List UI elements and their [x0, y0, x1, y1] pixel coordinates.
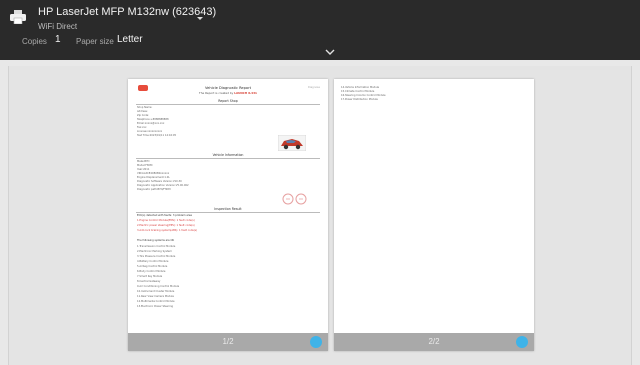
vehicle-image — [278, 135, 306, 151]
copies-value[interactable]: 1 — [55, 34, 61, 45]
vehicle-line: Year:2011 — [137, 168, 150, 171]
page2-line: 15.Climate Control Module — [341, 90, 375, 93]
result-heading: Inspection Result — [136, 207, 320, 213]
preview-page-2[interactable]: 14.Vehicle Information Module 15.Climate… — [334, 79, 534, 351]
page-number: 1/2 — [222, 337, 234, 346]
ok-line: 7.Smart Key Module — [137, 275, 163, 278]
ok-intro: The following systems are OK — [137, 239, 175, 242]
shop-line: Zip Code: — [137, 114, 150, 117]
ok-line: 10.Instrument Cluster Module — [137, 290, 175, 293]
vehicle-line: Make:BYD — [137, 160, 150, 163]
ok-line: 11.Rear View Camera Module — [137, 295, 174, 298]
fault-line: 2.Electric power steering(EPS): 1 fault … — [137, 224, 195, 227]
paper-size-value[interactable]: Letter — [117, 34, 143, 45]
printer-connection: WiFi Direct — [38, 22, 78, 31]
shop-line: Fax:xxx — [137, 126, 147, 129]
shop-line: Address: — [137, 110, 148, 113]
vehicle-line: Diagnostic Software Version:V10.30 — [137, 180, 182, 183]
vehicle-line: Engine Displacement:1.0L — [137, 176, 170, 179]
result-intro: ECU(s) detected with faults: 3 problem a… — [137, 214, 192, 217]
shop-heading: Report Shop — [136, 99, 320, 105]
ok-line: 4.Battery Control Module — [137, 260, 169, 263]
vehicle-line: VIN:LGXCE4CB0B0xxxxxx — [137, 172, 170, 175]
page2-line: 14.Vehicle Information Module — [341, 86, 380, 89]
printer-icon — [10, 10, 26, 24]
ok-line: 13.Electronic Power Steering — [137, 305, 173, 308]
printer-name[interactable]: HP LaserJet MFP M132nw (623643) — [38, 6, 216, 18]
ok-line: 6.Body Control Module — [137, 270, 166, 273]
page-footer: 1/2 — [128, 333, 328, 351]
expand-chevron-icon[interactable] — [325, 48, 335, 56]
vehicle-heading: Vehicle Information — [136, 153, 320, 159]
page2-line: 17.Power Distribution Module — [341, 98, 378, 101]
ok-line: 1.Transmission Control Module — [137, 245, 176, 248]
ok-line: 3.Tire Pressure Control Module — [137, 255, 176, 258]
shop-line: Email:xxxxx@xxx.xxx — [137, 122, 165, 125]
launch-logo — [138, 85, 148, 91]
doc-title: Vehicle Diagnostic Report — [204, 86, 252, 90]
paper-size-label: Paper size — [76, 37, 114, 46]
copies-label: Copies — [22, 37, 47, 46]
vehicle-line: Diagnostic Application Version:V5.00.002 — [137, 184, 189, 187]
shop-line: Shop Name: — [137, 106, 153, 109]
page-footer: 2/2 — [334, 333, 534, 351]
fault-line: 3.Anti-lock braking system(ABS): 1 fault… — [137, 229, 198, 232]
status-circles-icon — [282, 193, 307, 205]
preview-page-1[interactable]: Diagnose Vehicle Diagnostic Report The R… — [128, 79, 328, 351]
vehicle-line: Diagnostic path:BYD/F3DM — [137, 188, 171, 191]
doc-subtitle: The Report is created by LAUNCH X-431 — [198, 91, 258, 95]
print-dialog-header: HP LaserJet MFP M132nw (623643) WiFi Dir… — [0, 0, 640, 60]
ok-line: 12.Multimedia Control Module — [137, 300, 175, 303]
chevron-down-icon[interactable] — [196, 12, 204, 20]
doc-corner-label: Diagnose — [307, 86, 320, 89]
shop-line: Test Time:2023/01/11 14:16:05 — [137, 134, 177, 137]
page-number: 2/2 — [428, 337, 440, 346]
zoom-icon[interactable] — [310, 336, 322, 348]
shop-line: License:xxxxxxxxxx — [137, 130, 163, 133]
page2-line: 16.Steering Column Control Module — [341, 94, 386, 97]
ok-line: 9.Air Conditioning Control Module — [137, 285, 180, 288]
ok-line: 8.Central Gateway — [137, 280, 161, 283]
ok-line: 2.Electronic Parking System — [137, 250, 172, 253]
ok-line: 5.Airbag Control Module — [137, 265, 168, 268]
zoom-icon[interactable] — [516, 336, 528, 348]
fault-line: 1.Engine Control Module(EMS): 1 fault co… — [137, 219, 195, 222]
vehicle-line: Model:F3DM — [137, 164, 153, 167]
shop-line: Telephone:+8888888888 — [137, 118, 169, 121]
